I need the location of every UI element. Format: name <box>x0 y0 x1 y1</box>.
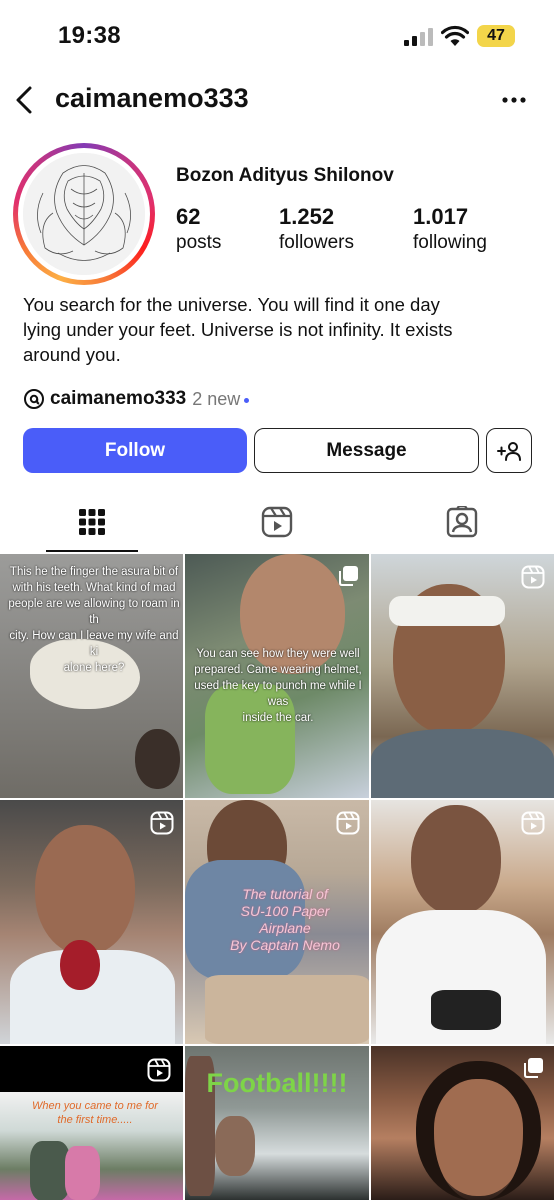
active-tab-indicator <box>46 550 138 552</box>
post-tile[interactable]: When you came to me for the first time..… <box>0 1046 183 1200</box>
threads-link[interactable]: caimanemo333 2 new <box>23 386 250 412</box>
story-ring[interactable] <box>13 143 155 285</box>
tshirt-print-shape <box>431 990 501 1030</box>
post-tile[interactable] <box>371 1046 554 1200</box>
grid-icon <box>79 509 105 535</box>
post-caption: You can see how they were well prepared.… <box>187 646 369 726</box>
status-bar: 19:38 47 <box>0 0 554 72</box>
following-count: 1.017 <box>413 204 469 229</box>
reel-icon <box>521 565 545 589</box>
caption-line: the first time..... <box>57 1114 133 1126</box>
cellular-signal-icon <box>404 28 433 46</box>
caption-line: used the key to punch me while I was <box>194 680 362 708</box>
person-shape <box>30 1141 70 1200</box>
threads-handle: caimanemo333 <box>50 388 187 409</box>
blood-stain-shape <box>60 940 100 990</box>
caption-line: people are we allowing to roam in th <box>8 598 180 626</box>
profile-bio: You search for the universe. You will fi… <box>23 292 533 367</box>
face-shape <box>411 805 501 915</box>
tab-reels[interactable] <box>185 490 369 554</box>
post-caption: The tutorial of SU-100 Paper Airplane By… <box>205 886 365 954</box>
caption-line: This he the finger the asura bit of <box>9 566 179 578</box>
stat-posts[interactable]: 62 posts <box>176 204 221 256</box>
hair-shape <box>416 1061 541 1200</box>
display-name: Bozon Adityus Shilonov <box>176 165 394 186</box>
followers-label: followers <box>279 232 354 253</box>
tab-tagged[interactable] <box>370 490 554 554</box>
post-tile[interactable] <box>371 800 554 1044</box>
avatar-border <box>18 148 150 280</box>
tab-posts-grid[interactable] <box>0 490 184 554</box>
wifi-icon <box>441 25 469 46</box>
avatar[interactable] <box>23 153 145 275</box>
post-tile[interactable] <box>0 800 183 1044</box>
caption-line: alone here? <box>63 662 125 674</box>
following-label: following <box>413 232 487 253</box>
tagged-icon <box>446 506 478 538</box>
post-caption: Football!!!! <box>206 1068 348 1098</box>
object-shape <box>135 729 180 789</box>
new-indicator-dot <box>244 397 250 403</box>
reels-icon <box>261 506 293 538</box>
post-tile[interactable]: You can see how they were well prepared.… <box>185 554 369 798</box>
back-arrow-icon[interactable] <box>10 82 40 118</box>
caption-line: When you came to me for <box>32 1100 158 1112</box>
caption-line: You can see how they were well <box>196 648 360 660</box>
message-button[interactable]: Message <box>254 428 479 473</box>
caption-line: with his teeth. What kind of mad <box>12 582 176 594</box>
carousel-icon <box>524 1058 543 1078</box>
caption-line: The tutorial of <box>242 886 328 902</box>
add-person-icon <box>497 441 521 461</box>
reel-icon <box>150 811 174 835</box>
more-options-icon[interactable] <box>500 86 528 114</box>
battery-indicator: 47 <box>477 25 515 47</box>
post-tile[interactable] <box>371 554 554 798</box>
shirt-shape <box>371 729 554 798</box>
stat-followers[interactable]: 1.252 followers <box>279 204 354 256</box>
posts-count: 62 <box>176 204 201 229</box>
reel-icon <box>336 811 360 835</box>
posts-grid: This he the finger the asura bit of with… <box>0 554 554 1200</box>
avatar-sketch-image <box>23 153 145 275</box>
post-caption: When you came to me for the first time..… <box>10 1099 180 1127</box>
caption-line: SU-100 Paper <box>240 903 330 919</box>
posts-label: posts <box>176 232 222 253</box>
reel-icon <box>521 811 545 835</box>
followers-count: 1.252 <box>279 204 335 229</box>
hand-shape <box>215 1116 255 1176</box>
follow-button[interactable]: Follow <box>23 428 247 473</box>
person-shape <box>65 1146 100 1200</box>
caption-line: prepared. Came wearing helmet, <box>194 664 362 676</box>
profile-tabs <box>0 490 554 554</box>
caption-line: city. How can I leave my wife and ki <box>9 630 179 658</box>
carousel-icon <box>339 566 358 586</box>
head-bandage-shape <box>389 596 505 626</box>
bio-line: around you. <box>23 344 121 365</box>
post-caption: This he the finger the asura bit of with… <box>4 564 183 676</box>
post-tile[interactable]: Football!!!! <box>185 1046 369 1200</box>
caption-line: Airplane <box>259 920 311 936</box>
profile-header: caimanemo333 <box>0 72 554 128</box>
caption-line: inside the car. <box>242 712 314 724</box>
reel-icon <box>147 1058 171 1082</box>
threads-new-count: 2 new <box>192 388 241 409</box>
table-shape <box>205 975 369 1044</box>
post-tile[interactable]: This he the finger the asura bit of with… <box>0 554 183 798</box>
caption-line: By Captain Nemo <box>230 937 340 953</box>
face-shape <box>35 825 135 955</box>
bio-line: lying under your feet. Universe is not i… <box>23 319 453 340</box>
threads-icon <box>24 389 44 409</box>
suggested-users-button[interactable] <box>486 428 532 473</box>
stat-following[interactable]: 1.017 following <box>413 204 487 256</box>
page-title-username: caimanemo333 <box>55 83 249 113</box>
bio-line: You search for the universe. You will fi… <box>23 294 440 315</box>
post-tile[interactable]: The tutorial of SU-100 Paper Airplane By… <box>185 800 369 1044</box>
status-time: 19:38 <box>58 22 121 49</box>
